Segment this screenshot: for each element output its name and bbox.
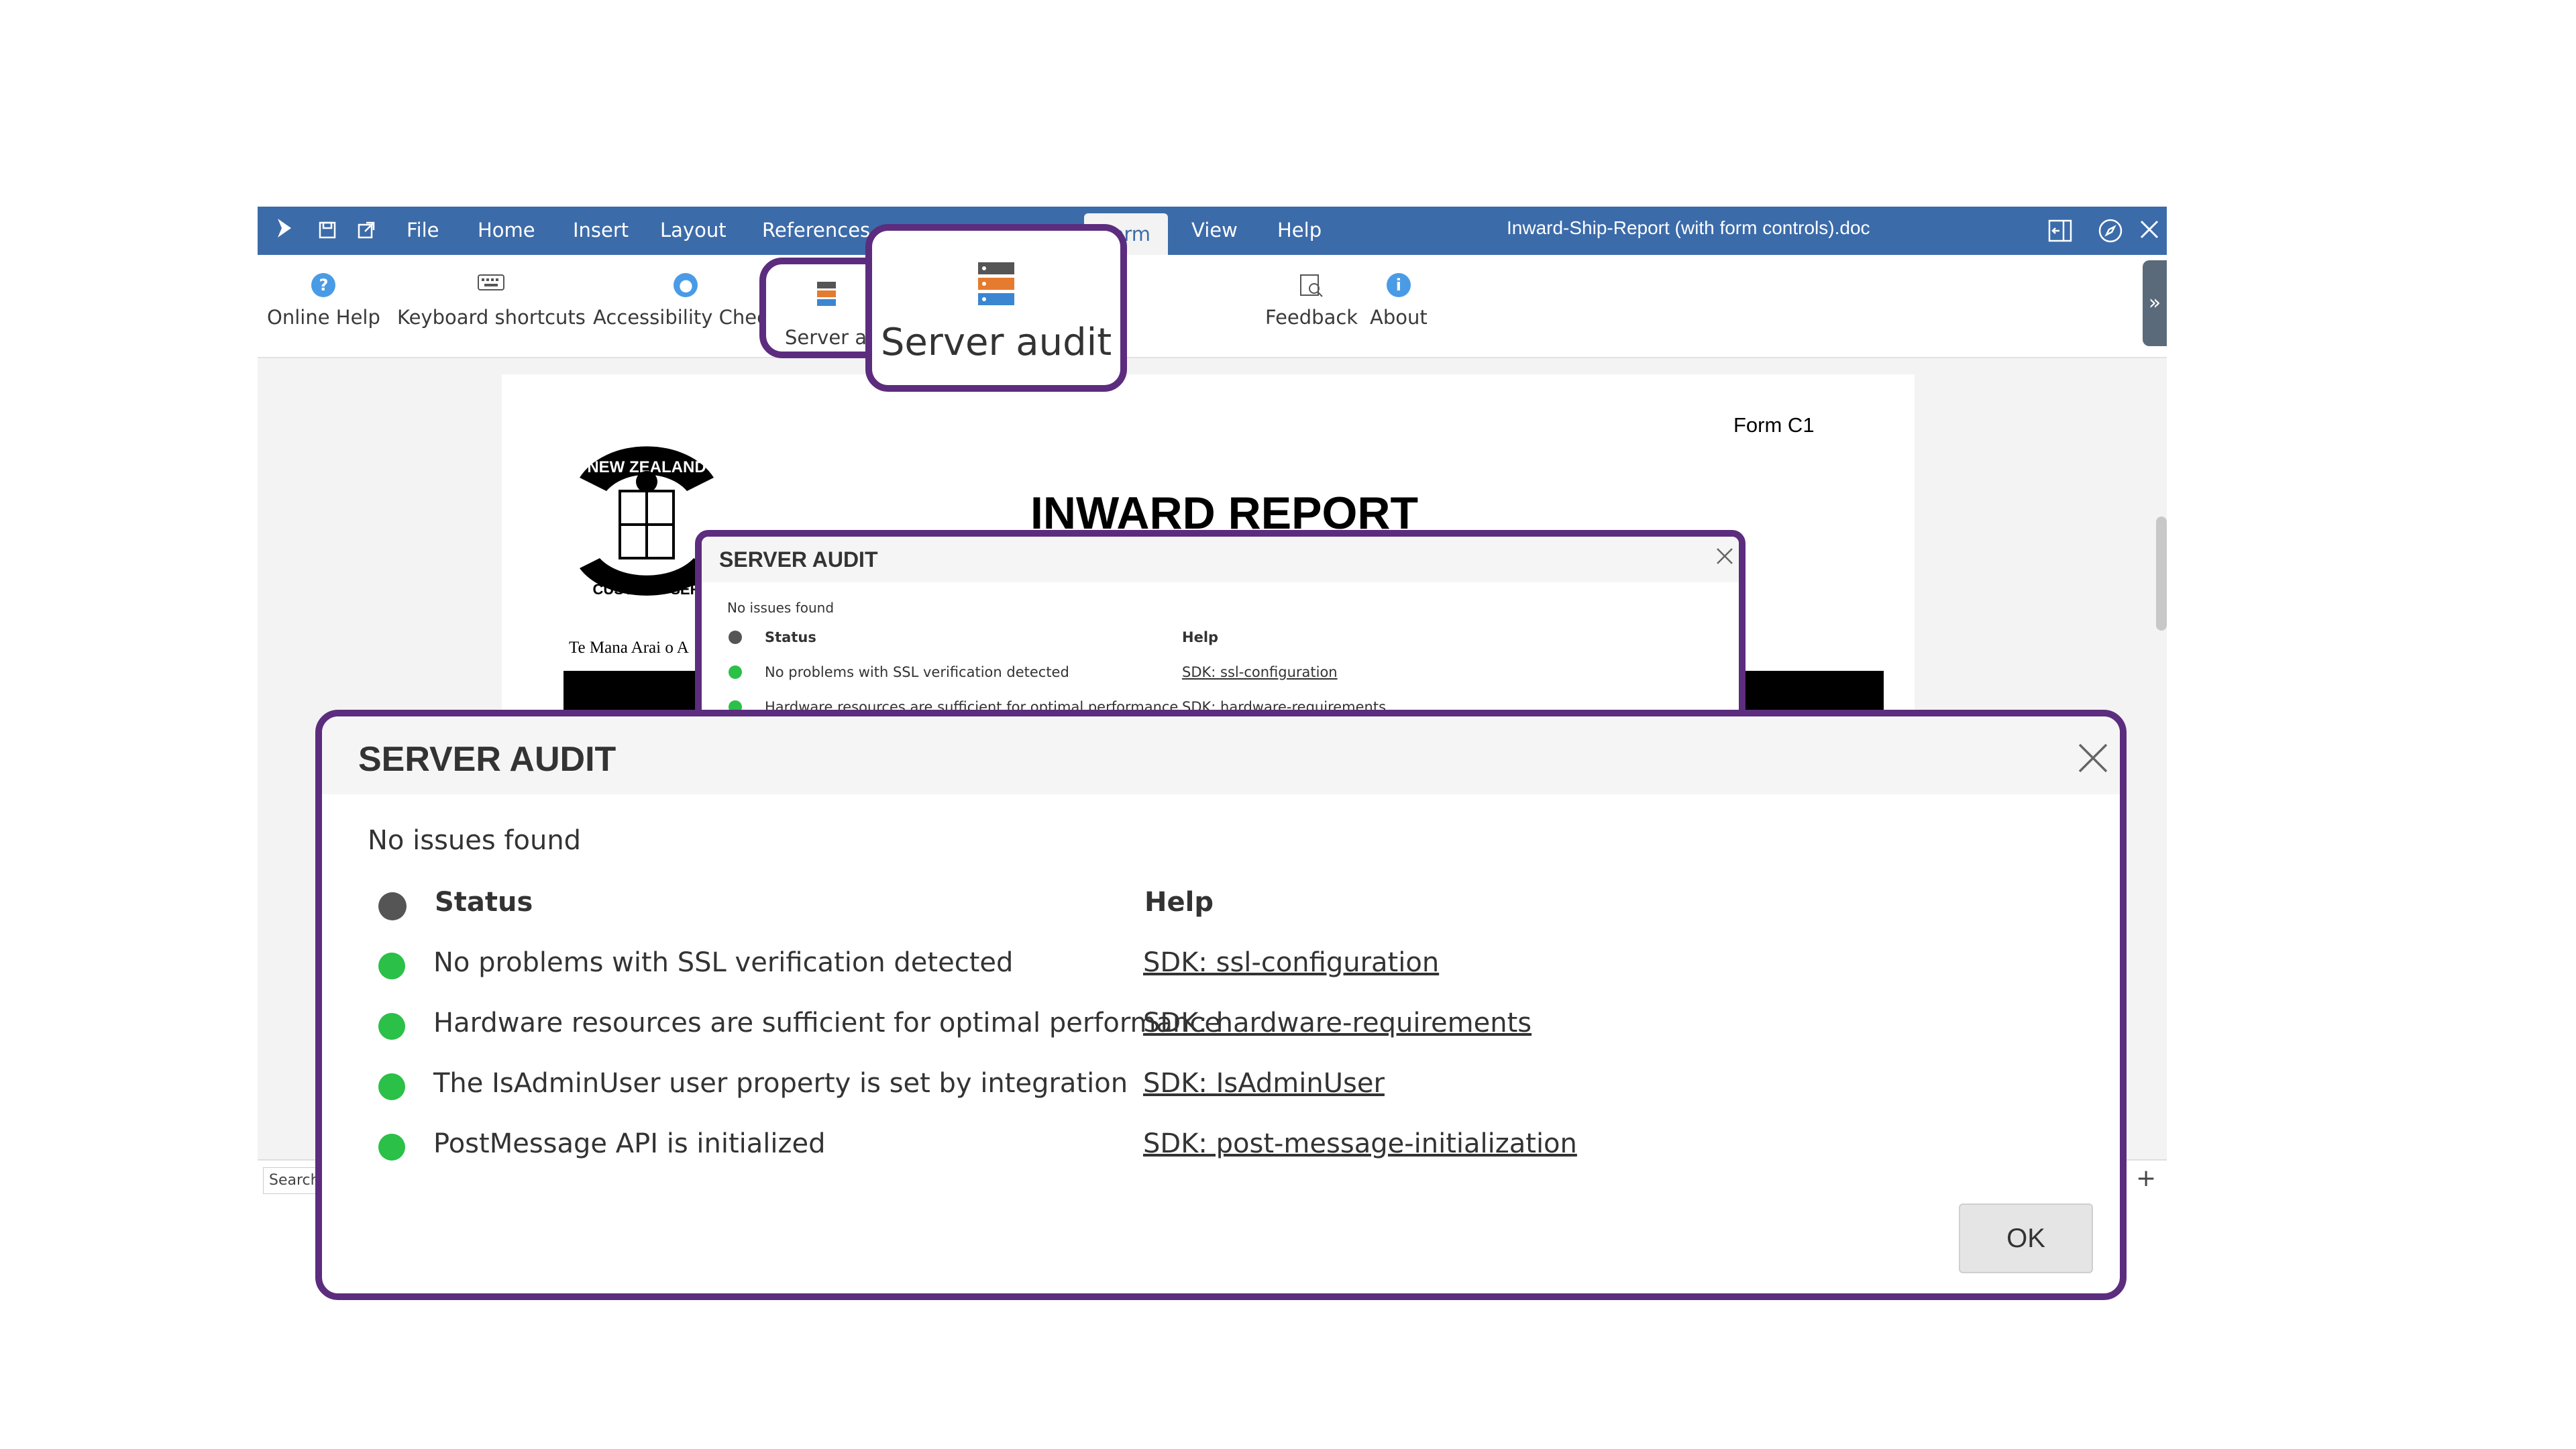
question-icon: ? xyxy=(267,272,380,299)
row-status-text: PostMessage API is initialized xyxy=(433,1128,826,1159)
menu-home[interactable]: Home xyxy=(478,219,535,241)
server-audit-callout: Server audit xyxy=(865,224,1127,392)
dialog-small-summary: No issues found xyxy=(727,600,835,616)
feedback-icon xyxy=(1265,272,1358,299)
black-header-bar-left xyxy=(564,671,698,711)
status-ok-dot xyxy=(378,1134,405,1161)
menu-view[interactable]: View xyxy=(1191,219,1238,241)
row-status-text: Hardware resources are sufficient for op… xyxy=(433,1008,1221,1038)
status-ok-dot xyxy=(378,953,405,979)
open-external-icon[interactable] xyxy=(357,219,376,246)
about-button[interactable]: i About xyxy=(1370,272,1428,329)
ribbon: ? Online Help Keyboard shortcuts ● Acces… xyxy=(258,255,2167,358)
row-status-text: No problems with SSL verification detect… xyxy=(433,947,1014,978)
menu-insert[interactable]: Insert xyxy=(573,219,629,241)
dialog-small-title: SERVER AUDIT xyxy=(719,547,878,572)
info-icon: i xyxy=(1370,272,1428,299)
keyboard-icon xyxy=(397,272,586,299)
server-audit-dialog: SERVER AUDIT No issues found Status Help… xyxy=(315,710,2127,1300)
compass-icon[interactable] xyxy=(2097,217,2124,250)
status-ok-dot xyxy=(378,1013,405,1040)
close-icon[interactable] xyxy=(2136,216,2163,249)
exit-panel-icon[interactable] xyxy=(2047,217,2074,250)
row-help-link[interactable]: SDK: hardware-requirements xyxy=(1143,1008,1532,1038)
dialog-small-col-help: Help xyxy=(1182,629,1219,645)
status-header-dot xyxy=(729,631,742,644)
document-title: Inward-Ship-Report (with form controls).… xyxy=(1507,217,1870,238)
dialog-title: SERVER AUDIT xyxy=(358,740,616,779)
server-audit-large-icon xyxy=(872,260,1120,310)
vertical-scrollbar[interactable] xyxy=(2156,517,2167,631)
save-icon[interactable] xyxy=(318,219,337,246)
menu-layout[interactable]: Layout xyxy=(660,219,727,241)
title-bar: File Home Insert Layout References Form … xyxy=(258,207,2167,256)
dialog-small-close-icon[interactable] xyxy=(1715,546,1735,569)
feedback-button[interactable]: Feedback xyxy=(1265,272,1358,329)
status-ok-dot xyxy=(378,1073,405,1100)
menu-references[interactable]: References xyxy=(762,219,870,241)
dialog-close-icon[interactable] xyxy=(2076,741,2110,778)
ribbon-collapse-toggle[interactable]: » xyxy=(2143,260,2167,346)
app-logo-icon xyxy=(272,216,297,246)
column-header-help: Help xyxy=(1144,887,1214,918)
about-label: About xyxy=(1370,306,1428,329)
feedback-label: Feedback xyxy=(1265,306,1358,329)
form-label: Form C1 xyxy=(1733,413,1815,437)
keyboard-shortcuts-button[interactable]: Keyboard shortcuts xyxy=(397,272,586,329)
seal-bottom-text: CUSTOMS SER xyxy=(593,581,701,598)
status-ok-dot xyxy=(729,665,742,679)
row-status-text: The IsAdminUser user property is set by … xyxy=(433,1068,1128,1099)
dialog-summary: No issues found xyxy=(368,825,582,856)
row-help-link[interactable]: SDK: IsAdminUser xyxy=(1143,1068,1385,1099)
customs-motto: Te Mana Arai o A xyxy=(569,639,689,657)
ok-button[interactable]: OK xyxy=(1959,1203,2093,1273)
column-header-status: Status xyxy=(435,887,533,918)
accessibility-icon: ● xyxy=(593,272,779,299)
status-header-dot xyxy=(378,892,407,920)
menu-file[interactable]: File xyxy=(407,219,439,241)
online-help-button[interactable]: ? Online Help xyxy=(267,272,380,329)
row-help-link[interactable]: SDK: post-message-initialization xyxy=(1143,1128,1577,1159)
dialog-small-row-help-link[interactable]: SDK: ssl-configuration xyxy=(1182,664,1338,680)
dialog-small-col-status: Status xyxy=(765,629,816,645)
keyboard-shortcuts-label: Keyboard shortcuts xyxy=(397,306,586,329)
dialog-small-row-status: No problems with SSL verification detect… xyxy=(765,664,1069,680)
online-help-label: Online Help xyxy=(267,306,380,329)
add-button[interactable]: + xyxy=(2136,1165,2156,1192)
black-header-bar-right xyxy=(1736,671,1884,711)
accessibility-check-label: Accessibility Check xyxy=(593,306,779,329)
row-help-link[interactable]: SDK: ssl-configuration xyxy=(1143,947,1439,978)
menu-help[interactable]: Help xyxy=(1277,219,1322,241)
accessibility-check-button[interactable]: ● Accessibility Check xyxy=(593,272,779,329)
server-audit-callout-label: Server audit xyxy=(880,321,1112,364)
server-audit-dialog-small: SERVER AUDIT No issues found Status Help… xyxy=(695,530,1746,724)
